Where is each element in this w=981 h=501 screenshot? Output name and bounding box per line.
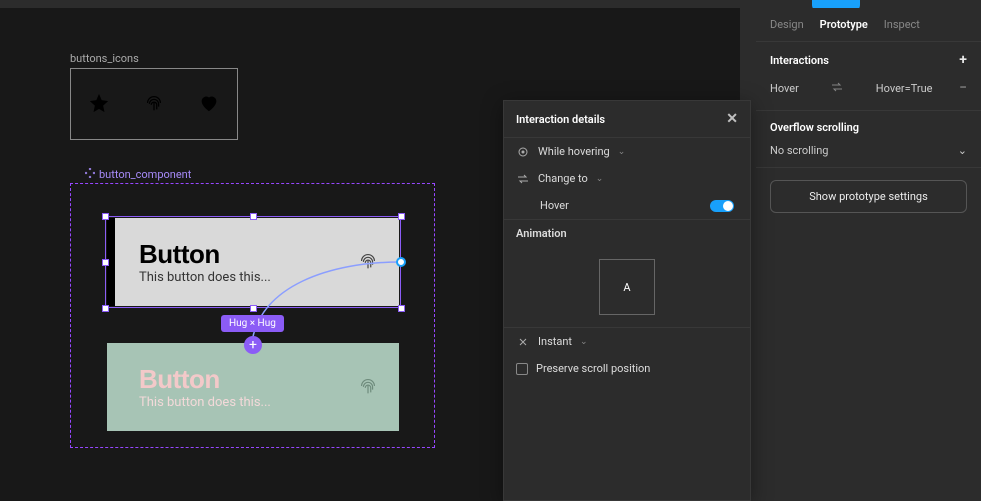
overflow-section: Overflow scrolling No scrolling ⌄ xyxy=(756,111,981,168)
component-frame-label[interactable]: button_component xyxy=(85,168,191,181)
add-variant-button[interactable]: + xyxy=(244,336,262,354)
trigger-value: While hovering xyxy=(538,145,610,158)
tab-design[interactable]: Design xyxy=(770,18,804,31)
easing-dropdown[interactable]: Instant ⌄ xyxy=(504,328,750,355)
mouse-hover-icon xyxy=(516,146,530,158)
fingerprint-icon xyxy=(357,375,379,400)
icons-frame[interactable] xyxy=(70,68,238,140)
swap-icon xyxy=(831,81,843,96)
interaction-trigger: Hover xyxy=(770,82,799,95)
popup-title: Interaction details xyxy=(516,113,605,126)
resize-handle[interactable] xyxy=(398,213,405,220)
action-dropdown[interactable]: Change to ⌄ xyxy=(504,165,750,192)
button-title: Button xyxy=(139,364,357,395)
chevron-down-icon: ⌄ xyxy=(596,174,604,184)
resize-handle[interactable] xyxy=(102,259,109,266)
remove-interaction-button[interactable]: − xyxy=(959,80,967,96)
resize-handle[interactable] xyxy=(102,213,109,220)
easing-value: Instant xyxy=(538,335,572,348)
trigger-dropdown[interactable]: While hovering ⌄ xyxy=(504,138,750,165)
frame-label-icons[interactable]: buttons_icons xyxy=(70,52,139,65)
interactions-title: Interactions xyxy=(770,54,829,67)
button-subtitle: This button does this... xyxy=(139,395,357,410)
prototype-connection-endpoint[interactable] xyxy=(396,257,406,267)
interaction-details-popup: Interaction details ✕ While hovering ⌄ C… xyxy=(503,100,751,501)
chevron-down-icon: ⌄ xyxy=(618,147,626,157)
interaction-target: Hover=True xyxy=(876,82,933,95)
overflow-title: Overflow scrolling xyxy=(770,121,859,134)
interaction-row[interactable]: Hover Hover=True − xyxy=(770,76,967,100)
component-label-text: button_component xyxy=(99,168,191,181)
instant-icon xyxy=(516,336,530,348)
heart-icon xyxy=(198,92,220,117)
top-bar xyxy=(0,0,981,8)
preserve-scroll-row[interactable]: Preserve scroll position xyxy=(504,355,750,382)
chevron-down-icon: ⌄ xyxy=(580,337,588,347)
add-interaction-button[interactable]: + xyxy=(959,52,967,68)
preserve-scroll-checkbox[interactable] xyxy=(516,363,528,375)
resize-handle[interactable] xyxy=(102,305,109,312)
swap-icon xyxy=(516,173,530,185)
interactions-section: Interactions + Hover Hover=True − xyxy=(756,42,981,111)
resize-handle[interactable] xyxy=(250,213,257,220)
button-variant-hover[interactable]: Button This button does this... xyxy=(107,343,399,431)
tab-inspect[interactable]: Inspect xyxy=(884,18,920,31)
property-toggle-row: Hover xyxy=(504,192,750,219)
right-sidebar: Design Prototype Inspect Interactions + … xyxy=(756,8,981,501)
action-value: Change to xyxy=(538,172,588,185)
hover-toggle[interactable] xyxy=(710,200,734,212)
close-icon[interactable]: ✕ xyxy=(726,111,738,127)
star-icon xyxy=(88,92,110,117)
show-prototype-settings-button[interactable]: Show prototype settings xyxy=(770,180,967,213)
tab-prototype[interactable]: Prototype xyxy=(820,18,868,31)
constraint-badge: Hug × Hug xyxy=(221,315,284,332)
animation-section-title: Animation xyxy=(516,227,567,240)
preserve-scroll-label: Preserve scroll position xyxy=(536,362,650,375)
overflow-dropdown[interactable]: No scrolling ⌄ xyxy=(770,144,967,157)
animation-preview[interactable]: A xyxy=(599,259,655,315)
overflow-value: No scrolling xyxy=(770,144,828,157)
chevron-down-icon: ⌄ xyxy=(958,144,967,157)
prototype-connection-curve xyxy=(250,256,410,346)
sidebar-tabs: Design Prototype Inspect xyxy=(756,8,981,42)
component-icon xyxy=(85,168,95,181)
property-label: Hover xyxy=(540,199,569,212)
fingerprint-icon xyxy=(143,92,165,117)
animation-preview-letter: A xyxy=(623,281,630,294)
